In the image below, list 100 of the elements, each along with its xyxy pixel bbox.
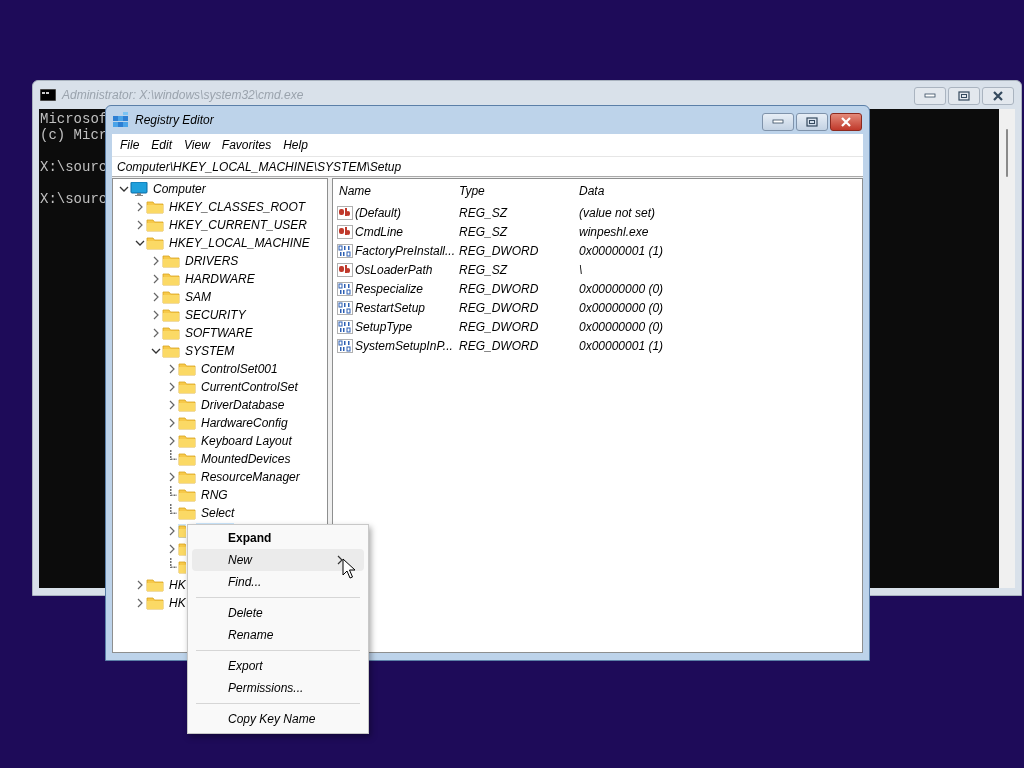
folder-icon <box>146 200 164 214</box>
tree-item[interactable]: ResourceManager <box>200 470 301 484</box>
maximize-icon <box>958 91 970 101</box>
expand-chevron-icon[interactable] <box>151 274 161 284</box>
menu-item[interactable]: File <box>114 138 146 152</box>
expand-chevron-icon[interactable] <box>151 310 161 320</box>
tree-item[interactable]: HK <box>168 578 187 592</box>
menu-item[interactable]: View <box>178 138 216 152</box>
value-type: REG_DWORD <box>459 338 540 353</box>
maximize-icon <box>806 117 818 127</box>
menu-item[interactable]: Expand <box>192 527 364 549</box>
tree-item[interactable]: Computer <box>152 182 207 196</box>
tree-item[interactable]: HKEY_CURRENT_USER <box>168 218 309 232</box>
close-icon <box>840 117 852 127</box>
folder-icon <box>178 362 196 376</box>
value-data: \ <box>579 262 584 277</box>
menu-item[interactable]: Help <box>277 138 314 152</box>
column-header[interactable]: Type <box>459 184 579 198</box>
tree-item[interactable]: HKEY_LOCAL_MACHINE <box>168 236 311 250</box>
folder-icon <box>162 272 180 286</box>
folder-icon <box>146 218 164 232</box>
expand-chevron-icon[interactable] <box>167 364 177 374</box>
expand-chevron-icon[interactable] <box>167 382 177 392</box>
value-name[interactable]: Respecialize <box>355 281 424 296</box>
folder-icon <box>146 236 164 250</box>
value-name[interactable]: CmdLine <box>355 224 404 239</box>
close-button[interactable] <box>830 113 862 131</box>
tree-item[interactable]: ControlSet001 <box>200 362 279 376</box>
folder-icon <box>178 488 196 502</box>
value-data: (value not set) <box>579 205 657 220</box>
tree-item[interactable]: SECURITY <box>184 308 247 322</box>
expand-chevron-icon[interactable] <box>167 544 177 554</box>
menu-item[interactable]: Rename <box>192 624 364 646</box>
expand-chevron-icon[interactable] <box>167 526 177 536</box>
menu-item[interactable]: Favorites <box>215 138 278 152</box>
column-header[interactable]: Name <box>339 184 459 198</box>
tree-item[interactable]: DriverDatabase <box>200 398 286 412</box>
tree-item[interactable]: SOFTWARE <box>184 326 254 340</box>
expand-chevron-icon[interactable] <box>151 256 161 266</box>
tree-item[interactable]: Select <box>200 506 236 520</box>
tree-item[interactable]: MountedDevices <box>200 452 292 466</box>
value-name[interactable]: SystemSetupInP... <box>355 338 453 353</box>
folder-icon <box>178 416 196 430</box>
registry-icon <box>113 112 129 128</box>
minimize-icon <box>772 119 784 125</box>
tree-item[interactable]: HardwareConfig <box>200 416 289 430</box>
tree-item[interactable]: SAM <box>184 290 212 304</box>
binary-value-icon <box>337 299 353 316</box>
expand-chevron-icon[interactable] <box>167 436 177 446</box>
tree-item[interactable]: HK <box>168 596 187 610</box>
value-name[interactable]: RestartSetup <box>355 300 426 315</box>
tree-item[interactable]: SYSTEM <box>184 344 236 358</box>
expand-chevron-icon[interactable] <box>167 472 177 482</box>
column-header[interactable]: Data <box>579 184 862 198</box>
maximize-button[interactable] <box>796 113 828 131</box>
tree-item[interactable]: HKEY_CLASSES_ROOT <box>168 200 307 214</box>
menu-item[interactable]: New <box>192 549 364 571</box>
collapse-chevron-icon[interactable] <box>151 346 161 356</box>
value-type: REG_SZ <box>459 262 509 277</box>
binary-value-icon <box>337 242 353 259</box>
console-line: X:\sourc <box>40 159 108 175</box>
value-data: 0x00000000 (0) <box>579 281 665 296</box>
window-title: Administrator: X:\windows\system32\cmd.exe <box>62 88 304 102</box>
tree-item[interactable]: DRIVERS <box>184 254 240 268</box>
expand-chevron-icon[interactable] <box>151 292 161 302</box>
expand-chevron-icon[interactable] <box>135 202 145 212</box>
tree-item[interactable]: CurrentControlSet <box>200 380 299 394</box>
menu-item[interactable]: Find... <box>192 571 364 593</box>
console-line: X:\sourc <box>40 191 108 207</box>
console-line: Microsof <box>40 111 108 127</box>
folder-icon <box>162 344 180 358</box>
menu-item[interactable]: Copy Key Name <box>192 708 364 730</box>
close-icon <box>992 91 1004 101</box>
value-data: 0x00000000 (0) <box>579 319 665 334</box>
menu-item[interactable]: Delete <box>192 602 364 624</box>
console-line: (c) Micr <box>40 127 108 143</box>
folder-icon <box>178 470 196 484</box>
address-bar[interactable]: Computer\HKEY_LOCAL_MACHINE\SYSTEM\Setup <box>112 156 863 177</box>
value-name[interactable]: (Default) <box>355 205 401 220</box>
tree-item[interactable]: HARDWARE <box>184 272 256 286</box>
value-name[interactable]: FactoryPreInstall... <box>355 243 456 258</box>
expand-chevron-icon[interactable] <box>151 328 161 338</box>
tree-item[interactable]: RNG <box>200 488 229 502</box>
expand-chevron-icon[interactable] <box>135 220 145 230</box>
menu-item[interactable]: Export <box>192 655 364 677</box>
expand-chevron-icon[interactable] <box>135 580 145 590</box>
monitor-icon <box>130 182 148 196</box>
value-name[interactable]: OsLoaderPath <box>355 262 433 277</box>
value-data: 0x00000001 (1) <box>579 243 665 258</box>
value-type: REG_DWORD <box>459 319 540 334</box>
value-type: REG_SZ <box>459 224 509 239</box>
expand-chevron-icon[interactable] <box>135 598 145 608</box>
tree-item[interactable]: Keyboard Layout <box>200 434 293 448</box>
expand-chevron-icon[interactable] <box>167 400 177 410</box>
value-name[interactable]: SetupType <box>355 319 413 334</box>
menu-item[interactable]: Edit <box>145 138 179 152</box>
expand-chevron-icon[interactable] <box>167 418 177 428</box>
menu-item[interactable]: Permissions... <box>192 677 364 699</box>
collapse-chevron-icon[interactable] <box>119 184 129 194</box>
collapse-chevron-icon[interactable] <box>135 238 145 248</box>
